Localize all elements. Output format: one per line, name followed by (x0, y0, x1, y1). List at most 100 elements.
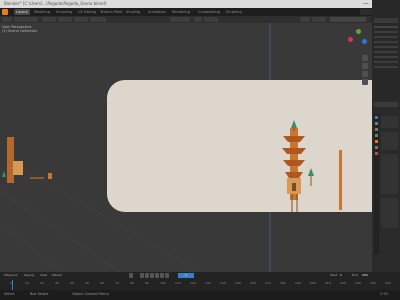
visibility-button[interactable] (300, 17, 310, 22)
tab-modeling[interactable]: Modeling (34, 9, 50, 15)
properties-search[interactable] (374, 102, 398, 107)
tab-shading[interactable]: Shading (126, 9, 140, 15)
world-tab-icon[interactable] (375, 134, 378, 137)
list-item[interactable] (374, 51, 398, 53)
window-titlebar: Blender* [C:\Users\...\Pagoda\Pagoda_Sce… (0, 0, 400, 8)
frame-tick-label: 80 (130, 281, 134, 285)
status-bar: Select Box Select Object Context Menu 2.… (0, 290, 400, 300)
status-version: 2.93 (380, 292, 388, 296)
transform-orientation-dropdown[interactable] (170, 17, 190, 22)
list-item[interactable] (374, 26, 398, 28)
object-mode-dropdown[interactable] (14, 17, 38, 22)
pagoda-model (282, 128, 306, 212)
properties-panel[interactable] (372, 100, 400, 272)
perspective-toggle-icon[interactable] (362, 79, 368, 85)
output-tab-icon[interactable] (375, 122, 378, 125)
material-tab-icon[interactable] (375, 152, 378, 155)
list-item[interactable] (374, 56, 398, 58)
list-item[interactable] (374, 31, 398, 33)
timeline-panel[interactable]: Playback Keying View Marker 1 Start 1 En… (0, 272, 400, 290)
object-menu[interactable] (90, 17, 106, 22)
outliner-panel[interactable] (372, 0, 400, 100)
frame-tick-label: 200 (310, 281, 316, 285)
list-item[interactable] (374, 41, 398, 43)
frame-tick-label: 180 (280, 281, 286, 285)
frame-tick-label: 230 (355, 281, 361, 285)
properties-section[interactable] (381, 198, 398, 228)
status-box-select: Box Select (30, 292, 49, 296)
list-item[interactable] (374, 36, 398, 38)
select-menu[interactable] (58, 17, 72, 22)
overlays-button[interactable] (312, 17, 326, 22)
frame-tick-label: 30 (55, 281, 59, 285)
frame-tick-label: 20 (40, 281, 44, 285)
camera-view-icon[interactable] (362, 71, 368, 77)
object-tab-icon[interactable] (375, 140, 378, 143)
frame-tick-label: 60 (100, 281, 104, 285)
frame-tick-label: 150 (235, 281, 241, 285)
workspace-tabs: Layout Modeling Sculpting UV Editing Tex… (0, 8, 400, 16)
window-title: Blender* [C:\Users\...\Pagoda\Pagoda_Sce… (4, 1, 107, 6)
properties-section[interactable] (381, 116, 398, 128)
frame-tick-label: 110 (175, 281, 181, 285)
shading-mode-buttons[interactable] (330, 17, 366, 22)
frame-tick-label: 70 (115, 281, 119, 285)
frame-tick-label: 250 (385, 281, 391, 285)
tab-animation[interactable]: Animation (148, 9, 166, 15)
properties-section[interactable] (381, 132, 398, 150)
frame-tick-label: 90 (145, 281, 149, 285)
small-tree (308, 168, 314, 186)
frame-tick-label: 40 (70, 281, 74, 285)
frame-tick-label: 100 (160, 281, 166, 285)
gizmo-x-icon[interactable] (348, 37, 353, 42)
frame-tick-label: 240 (370, 281, 376, 285)
outliner-search[interactable] (374, 18, 398, 23)
navigation-gizmo[interactable] (348, 29, 368, 49)
view-menu[interactable] (42, 17, 56, 22)
frame-tick-label: 160 (250, 281, 256, 285)
frame-tick-label: 130 (205, 281, 211, 285)
viewport-header (0, 16, 370, 23)
frame-tick-label: 210 (325, 281, 331, 285)
post-model (339, 150, 342, 210)
frame-tick-label: 120 (190, 281, 196, 285)
frame-tick-label: 220 (340, 281, 346, 285)
status-context-menu: Object Context Menu (72, 292, 109, 296)
properties-section[interactable] (381, 154, 398, 194)
list-item[interactable] (374, 46, 398, 48)
scene-tab-icon[interactable] (375, 128, 378, 131)
tab-compositing[interactable]: Compositing (198, 9, 220, 15)
tab-texture-paint[interactable]: Texture Paint (100, 9, 123, 15)
tab-sculpting[interactable]: Sculpting (56, 9, 72, 15)
frame-tick-label: 190 (295, 281, 301, 285)
gizmo-z-icon[interactable] (362, 39, 367, 44)
playhead[interactable] (12, 280, 13, 290)
camera-view-frame (107, 80, 372, 212)
tab-scripting[interactable]: Scripting (226, 9, 242, 15)
pan-icon[interactable] (362, 63, 368, 69)
pivot-point-button[interactable] (194, 17, 202, 22)
list-item[interactable] (374, 61, 398, 63)
frame-tick-label: 50 (85, 281, 89, 285)
tab-rendering[interactable]: Rendering (172, 9, 190, 15)
frame-ruler[interactable]: 0 10 20 30 40 50 60 70 80 90 100 110 120 130 140 150 160… (0, 272, 400, 290)
pagoda-scene (282, 120, 342, 212)
editor-type-button[interactable] (2, 17, 12, 22)
add-menu[interactable] (74, 17, 88, 22)
status-select: Select (4, 292, 15, 296)
minimize-button[interactable]: — (360, 0, 372, 8)
3d-viewport[interactable]: User Perspective (1) Scene Collection (0, 23, 372, 272)
frame-tick-label: 10 (25, 281, 29, 285)
gizmo-y-icon[interactable] (356, 29, 361, 34)
background-objects (2, 137, 52, 183)
frame-tick-label: 140 (220, 281, 226, 285)
render-tab-icon[interactable] (375, 116, 378, 119)
list-item[interactable] (374, 66, 398, 68)
frame-tick-label: 170 (265, 281, 271, 285)
modifier-tab-icon[interactable] (375, 146, 378, 149)
tab-uv-editing[interactable]: UV Editing (78, 9, 96, 15)
blender-logo-icon[interactable] (2, 9, 8, 15)
snap-toggle[interactable] (204, 17, 218, 22)
zoom-icon[interactable] (362, 55, 368, 61)
tab-layout[interactable]: Layout (14, 9, 30, 15)
